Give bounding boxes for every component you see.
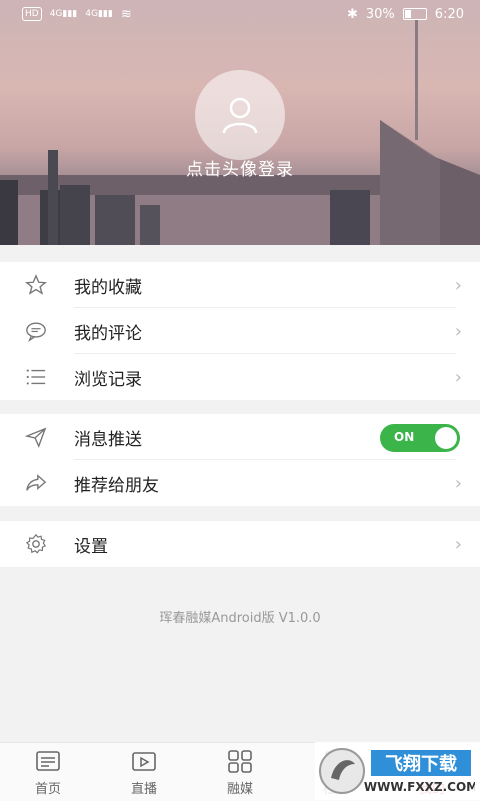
tab-live[interactable]: 直播 xyxy=(96,743,192,801)
battery-level: 30% xyxy=(365,6,395,22)
menu-group-notifications: 消息推送 ON 推荐给朋友 › xyxy=(0,414,480,506)
star-icon xyxy=(24,273,48,297)
news-icon xyxy=(36,751,60,771)
version-text: 珲春融媒Android版 V1.0.0 xyxy=(159,611,321,626)
menu-item-history[interactable]: 浏览记录 › xyxy=(0,354,480,400)
chevron-right-icon: › xyxy=(454,366,462,388)
svg-text:WWW.FXXZ.COM: WWW.FXXZ.COM xyxy=(364,780,475,794)
status-bar: HD 4G▮▮▮ 4G▮▮▮ ≋ ✱ 30% 6:20 xyxy=(0,0,480,28)
gear-icon xyxy=(24,532,48,556)
svg-text:飞翔下载: 飞翔下载 xyxy=(385,753,457,775)
user-avatar-icon xyxy=(222,97,258,134)
menu-item-share[interactable]: 推荐给朋友 › xyxy=(0,460,480,506)
avatar-button[interactable] xyxy=(195,70,285,160)
signal-icon: 4G▮▮▮ xyxy=(49,9,78,19)
toggle-knob xyxy=(435,427,457,449)
chevron-right-icon: › xyxy=(454,274,462,296)
menu-group-settings: 设置 › xyxy=(0,521,480,567)
chevron-right-icon: › xyxy=(454,320,462,342)
wifi-icon: ≋ xyxy=(120,6,132,22)
bluetooth-icon: ✱ xyxy=(346,6,358,22)
menu-item-favorites[interactable]: 我的收藏 › xyxy=(0,262,480,308)
chevron-right-icon: › xyxy=(454,472,462,494)
battery-icon xyxy=(402,8,427,20)
share-icon xyxy=(24,471,48,495)
push-toggle[interactable]: ON xyxy=(380,424,460,452)
login-prompt[interactable]: 点击头像登录 xyxy=(0,155,480,180)
send-icon xyxy=(24,425,48,449)
clock: 6:20 xyxy=(434,6,464,22)
list-icon xyxy=(24,365,48,389)
profile-header: 点击头像登录 xyxy=(0,0,480,245)
menu-item-settings[interactable]: 设置 › xyxy=(0,521,480,567)
menu-item-push: 消息推送 ON xyxy=(0,414,480,460)
comment-icon xyxy=(24,319,48,343)
menu-group-personal: 我的收藏 › 我的评论 › 浏览记录 › xyxy=(0,262,480,400)
signal-icon-2: 4G▮▮▮ xyxy=(85,9,113,19)
watermark-logo: 飞翔下载 WWW.FXXZ.COM xyxy=(315,742,480,800)
menu-item-comments[interactable]: 我的评论 › xyxy=(0,308,480,354)
grid-icon xyxy=(228,750,252,773)
tab-home[interactable]: 首页 xyxy=(0,743,96,801)
tab-media[interactable]: 融媒 xyxy=(192,743,288,801)
hd-badge: HD xyxy=(22,7,42,21)
chevron-right-icon: › xyxy=(454,533,462,555)
live-icon xyxy=(132,752,156,771)
